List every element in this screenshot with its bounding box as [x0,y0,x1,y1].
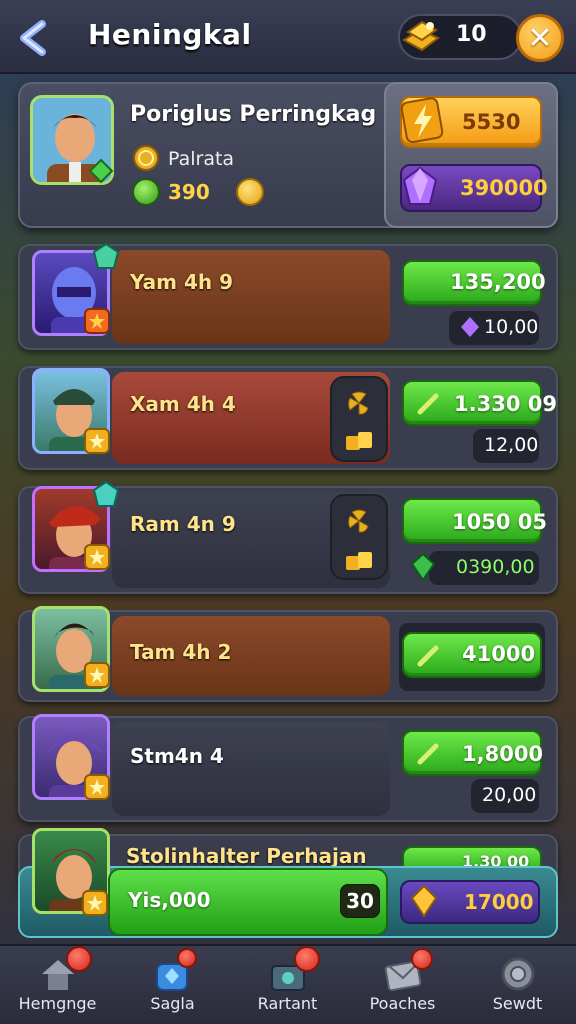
row-score-value: 1.330 09 [454,392,557,416]
fan-icon[interactable] [344,388,374,418]
nav-label: Sagla [150,994,195,1013]
close-button[interactable]: ✕ [516,14,564,62]
green-gem-badge-icon [92,242,120,269]
gold-star-badge-icon [84,428,110,454]
settings-icon [501,957,535,991]
nav-item-sagla[interactable]: Sagla [115,944,230,1024]
player-name: Poriglus Perringkag [130,102,377,127]
nav-item-rartant[interactable]: Rartant [230,944,345,1024]
cards-icon[interactable] [344,550,374,572]
orange-star-badge-icon [84,308,110,334]
row-player-name: Xam 4h 4 [130,392,236,416]
row-score-value: 1050 05 [452,510,547,534]
gold-star-badge-icon [84,662,110,688]
gold-coin-icon [236,178,264,206]
fan-icon[interactable] [344,506,374,536]
back-arrow-icon[interactable] [14,18,54,58]
row-score-value: 135,200 [450,270,546,294]
row-player-name: Stolinhalter Perhajan [126,844,367,868]
row-score-value: 1,8000 [462,742,544,766]
page-title: Heningkal [88,18,252,51]
row-gem-value: 12,00 [484,434,539,456]
nav-label: Poaches [369,994,436,1013]
pencil-icon [417,743,439,765]
currency-value: 10 [456,22,487,47]
player-rank-label: Palrata [168,148,235,170]
green-orb-icon [132,178,160,206]
purple-gem-icon [402,166,438,205]
coin-icon [133,145,159,171]
gold-star-badge-icon [82,890,108,916]
gold-gem-icon [410,884,438,918]
notification-badge [294,946,320,972]
my-score-label: Yis,000 [128,888,211,912]
row-gem-value: 20,00 [482,784,537,806]
nav-label: Sewdt [492,994,543,1013]
row-player-name: Ram 4n 9 [130,512,236,536]
cards-icon[interactable] [344,430,374,452]
row-player-name: Yam 4h 9 [130,270,233,294]
row-score-value: 41000 [462,642,536,666]
row-gem-value: 0390,00 [456,556,535,578]
row-player-name: Stm4n 4 [130,744,224,768]
nav-item-home[interactable]: Hemgnge [0,944,115,1024]
green-gem-badge-icon [88,158,114,184]
row-player-name: Tam 4h 2 [130,640,232,664]
notification-badge [177,948,197,968]
pencil-icon [417,393,439,415]
gold-star-badge-icon [84,544,110,570]
nav-label: Rartant [257,994,318,1013]
gold-star-badge-icon [84,774,110,800]
gem-reward-value: 390000 [460,176,548,200]
my-reward-value: 17000 [464,890,534,914]
pencil-icon [417,645,439,667]
my-rank-count: 30 [340,884,380,918]
row-banner [112,722,390,816]
nav-item-settings[interactable]: Sewdt [460,944,575,1024]
purple-gem-icon [461,317,479,337]
notification-badge [411,948,433,970]
gold-bars-icon [402,20,440,52]
player-score: 390 [168,180,210,204]
nav-item-poaches[interactable]: Poaches [345,944,460,1024]
nav-label: Hemgnge [18,994,97,1013]
lightning-bolt-icon [400,97,444,144]
row-gem-value: 10,00 [484,316,539,338]
green-gem-icon [410,552,436,582]
teal-gem-badge-icon [92,480,120,507]
row-banner [112,250,390,344]
notification-badge [66,946,92,972]
gold-reward-value: 5530 [462,110,521,134]
